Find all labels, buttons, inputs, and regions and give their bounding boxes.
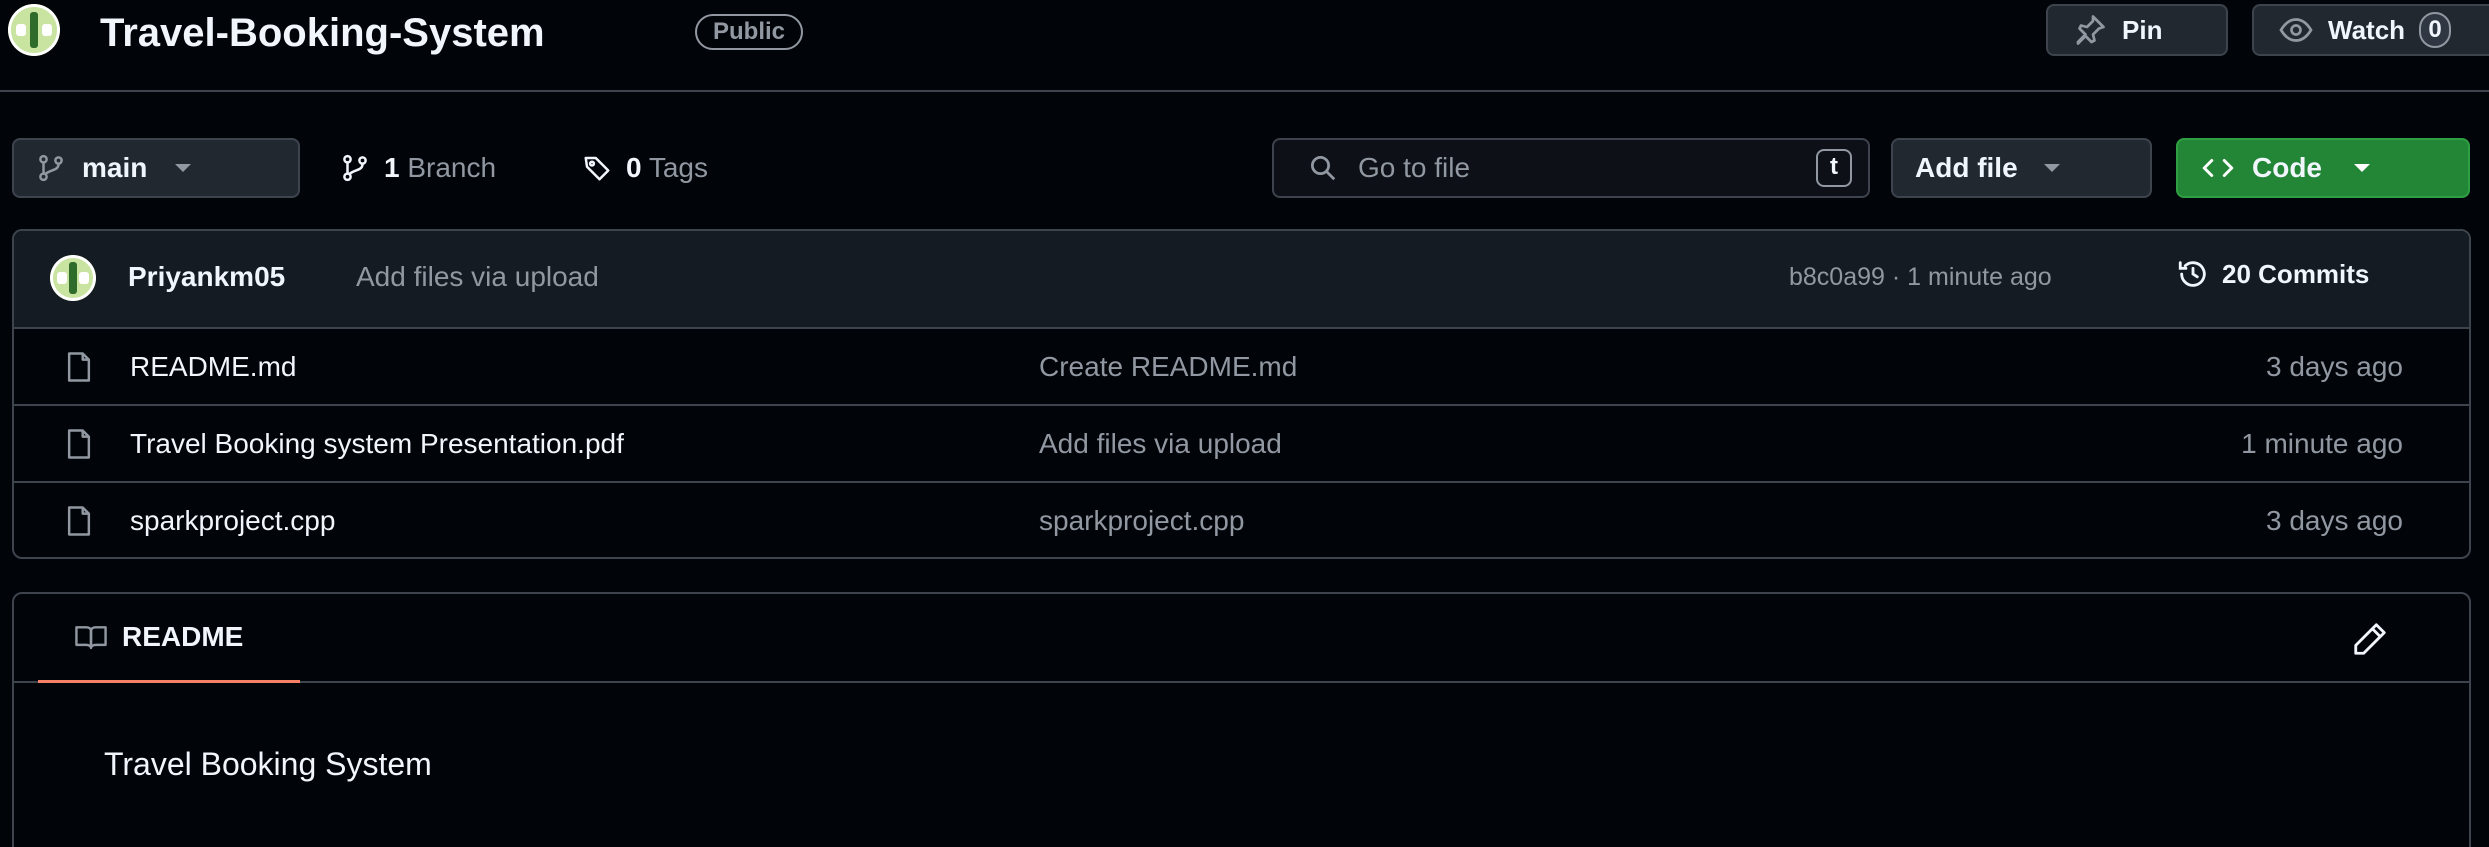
commits-history-link[interactable]: 20 Commits	[2176, 257, 2369, 291]
tag-icon	[584, 156, 610, 181]
commits-label: Commits	[2258, 258, 2370, 289]
book-icon	[75, 626, 107, 650]
tag-label: Tags	[648, 152, 709, 183]
file-commit-message[interactable]: Add files via upload	[1039, 428, 1282, 460]
branch-name: main	[82, 152, 148, 183]
file-icon	[67, 429, 91, 459]
file-icon	[67, 352, 91, 382]
file-commit-message[interactable]: Create README.md	[1039, 351, 1297, 383]
table-row[interactable]: README.md Create README.md 3 days ago	[14, 329, 2469, 406]
table-row[interactable]: sparkproject.cpp sparkproject.cpp 3 days…	[14, 483, 2469, 557]
search-input[interactable]	[1358, 152, 1796, 184]
readme-content: Travel Booking System	[104, 746, 432, 782]
commit-author-avatar[interactable]	[50, 255, 96, 301]
file-commit-date: 3 days ago	[2266, 505, 2403, 536]
code-label: Code	[2252, 152, 2322, 183]
branches-link[interactable]: 1 Branch	[340, 148, 496, 188]
add-file-button[interactable]: Add file	[1891, 138, 2152, 198]
chevron-down-icon	[2043, 164, 2060, 172]
pin-label: Pin	[2122, 14, 2163, 45]
readme-panel: README Travel Booking System	[12, 592, 2471, 847]
commit-hash-time[interactable]: b8c0a99 · 1 minute ago	[1789, 263, 2052, 292]
watch-label: Watch	[2328, 14, 2406, 45]
table-row[interactable]: Travel Booking system Presentation.pdf A…	[14, 406, 2469, 483]
branch-count: 1	[384, 152, 400, 183]
file-commit-date: 1 minute ago	[2241, 428, 2403, 459]
tags-link[interactable]: 0 Tags	[582, 148, 708, 188]
branch-label: Branch	[407, 152, 497, 183]
add-file-label: Add file	[1915, 152, 2018, 183]
repo-page: Travel-Booking-System Public Pin Watch 0…	[0, 0, 2489, 847]
file-table: Priyankm05 Add files via upload b8c0a99 …	[12, 229, 2471, 559]
readme-header: README	[14, 594, 2469, 683]
code-icon	[2202, 159, 2234, 177]
file-icon	[67, 506, 91, 536]
readme-tab-label: README	[122, 621, 244, 652]
file-commit-message[interactable]: sparkproject.cpp	[1039, 505, 1244, 537]
pin-icon	[2076, 15, 2105, 45]
eye-icon	[2279, 18, 2313, 42]
chevron-down-icon	[175, 164, 192, 172]
pencil-icon[interactable]	[2351, 620, 2389, 658]
repo-name[interactable]: Travel-Booking-System	[100, 8, 545, 58]
search-icon	[1311, 156, 1336, 181]
file-name[interactable]: sparkproject.cpp	[130, 505, 335, 537]
branch-icon	[343, 154, 367, 182]
branch-selector[interactable]: main	[12, 138, 300, 198]
code-button[interactable]: Code	[2176, 138, 2470, 198]
file-name[interactable]: Travel Booking system Presentation.pdf	[130, 428, 624, 460]
pin-button[interactable]: Pin	[2046, 4, 2228, 56]
commits-count: 20	[2222, 258, 2251, 289]
owner-avatar[interactable]	[8, 4, 60, 56]
latest-commit-bar: Priyankm05 Add files via upload b8c0a99 …	[14, 231, 2469, 329]
visibility-badge: Public	[695, 14, 804, 50]
file-commit-date: 3 days ago	[2266, 351, 2403, 382]
commit-author[interactable]: Priyankm05	[128, 261, 285, 293]
history-icon	[2178, 261, 2206, 287]
go-to-file-search[interactable]: t	[1272, 138, 1870, 198]
keyboard-shortcut-hint: t	[1816, 149, 1852, 187]
branch-icon	[39, 154, 63, 182]
tag-count: 0	[626, 152, 642, 183]
commit-message[interactable]: Add files via upload	[356, 261, 599, 293]
repo-header: Travel-Booking-System Public Pin Watch 0	[0, 0, 2489, 92]
watch-count: 0	[2419, 12, 2452, 48]
file-name[interactable]: README.md	[130, 351, 296, 383]
watch-button[interactable]: Watch 0	[2252, 4, 2489, 56]
tab-readme[interactable]: README	[38, 594, 300, 683]
chevron-down-icon	[2354, 164, 2370, 172]
